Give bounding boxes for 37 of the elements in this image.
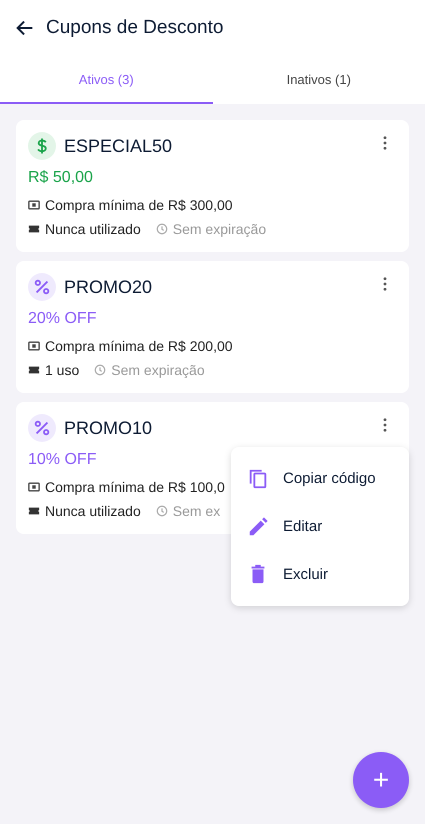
- menu-item[interactable]: Copiar código: [231, 455, 409, 503]
- percent-badge-icon: [28, 273, 56, 301]
- banknote-icon: [28, 481, 40, 493]
- ticket-icon: [28, 223, 40, 235]
- banknote-icon: [28, 340, 40, 352]
- usage-count: 1 uso: [45, 362, 80, 378]
- usage-count: Nunca utilizado: [45, 221, 141, 237]
- banknote-icon: [28, 199, 40, 211]
- minimum-purchase: Compra mínima de R$ 300,00: [45, 197, 233, 213]
- discount-value: R$ 50,00: [28, 169, 94, 187]
- more-icon[interactable]: [383, 418, 387, 432]
- menu-item[interactable]: Editar: [231, 502, 409, 550]
- clock-icon: [156, 505, 168, 517]
- pencil-icon: [247, 516, 269, 538]
- more-icon[interactable]: [383, 136, 387, 150]
- discount-value: 20% OFF: [28, 310, 98, 328]
- more-icon[interactable]: [383, 277, 387, 291]
- copy-icon: [247, 468, 269, 490]
- menu-item[interactable]: Excluir: [231, 550, 409, 598]
- expiry-text: Sem expiração: [111, 362, 205, 378]
- screen-title: Cupons de Desconto: [46, 17, 224, 39]
- ticket-icon: [28, 364, 40, 376]
- add-button[interactable]: +: [353, 752, 409, 808]
- ticket-icon: [28, 505, 40, 517]
- discount-value: 10% OFF: [28, 451, 98, 469]
- clock-icon: [156, 223, 168, 235]
- expiry-text: Sem ex: [172, 503, 220, 519]
- usage-count: Nunca utilizado: [45, 503, 141, 519]
- clock-icon: [94, 364, 106, 376]
- minimum-purchase: Compra mínima de R$ 200,00: [45, 338, 233, 354]
- minimum-purchase: Compra mínima de R$ 100,0: [45, 479, 225, 495]
- expiry-text: Sem expiração: [172, 221, 266, 237]
- coupon-code: PROMO20: [64, 276, 154, 298]
- percent-badge-icon: [28, 414, 56, 442]
- coupon-code: ESPECIAL50: [64, 136, 174, 156]
- coupon-code: PROMO10: [64, 418, 154, 438]
- dollar-badge-icon: [28, 132, 56, 160]
